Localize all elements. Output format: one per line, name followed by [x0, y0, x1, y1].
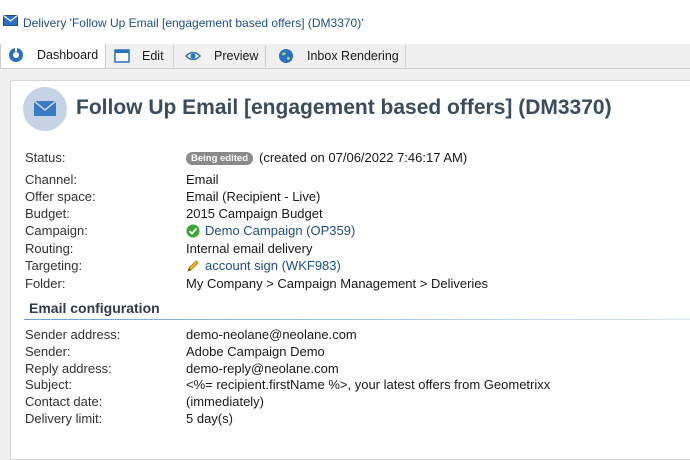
window-titlebar: Delivery 'Follow Up Email [engagement ba…: [0, 0, 690, 45]
sender-value: Adobe Campaign Demo: [186, 344, 325, 359]
section-divider: [24, 319, 690, 320]
sender-address-value: demo-neolane@neolane.com: [186, 327, 357, 342]
check-circle-icon: [186, 224, 200, 238]
globe-icon: [279, 49, 293, 63]
channel-label: Channel:: [25, 172, 78, 187]
tab-bar: Dashboard Edit Preview Inbox Rendering: [0, 44, 690, 69]
contact-date-label: Contact date:: [25, 394, 103, 409]
eye-icon: [185, 51, 201, 61]
subject-label: Subject:: [25, 377, 72, 392]
status-created-text: (created on 07/06/2022 7:46:17 AM): [259, 150, 468, 165]
tab-label: Dashboard: [37, 48, 99, 62]
targeting-link[interactable]: account sign (WKF983): [205, 258, 341, 273]
dashboard-panel: [10, 80, 690, 460]
routing-label: Routing:: [25, 241, 74, 256]
tab-label: Preview: [214, 49, 259, 63]
folder-label: Folder:: [25, 276, 66, 291]
sender-label: Sender:: [25, 344, 71, 359]
campaign-link-container[interactable]: Demo Campaign (OP359): [186, 223, 355, 238]
tab-dashboard[interactable]: Dashboard: [0, 44, 106, 68]
campaign-label: Campaign:: [25, 223, 88, 238]
channel-value: Email: [186, 172, 219, 187]
email-config-heading: Email configuration: [29, 300, 160, 316]
page-title: Follow Up Email [engagement based offers…: [76, 96, 612, 119]
window-title: Delivery 'Follow Up Email [engagement ba…: [23, 16, 364, 30]
targeting-link-container[interactable]: account sign (WKF983): [186, 258, 341, 273]
edit-window-icon: [114, 49, 130, 63]
pencil-icon: [187, 260, 199, 272]
status-badge: Being edited: [186, 152, 254, 165]
envelope-icon: [3, 15, 18, 26]
sender-address-label: Sender address:: [25, 327, 121, 342]
routing-value: Internal email delivery: [186, 241, 313, 256]
tab-preview[interactable]: Preview: [174, 45, 266, 67]
tab-label: Inbox Rendering: [307, 49, 399, 63]
offer-space-value: Email (Recipient - Live): [186, 189, 321, 204]
targeting-label: Targeting:: [25, 258, 83, 273]
budget-label: Budget:: [25, 206, 70, 221]
folder-value: My Company > Campaign Management > Deliv…: [186, 276, 489, 291]
campaign-link[interactable]: Demo Campaign (OP359): [205, 223, 355, 238]
envelope-icon: [23, 87, 67, 131]
tab-edit[interactable]: Edit: [106, 45, 174, 67]
dashboard-icon: [9, 47, 23, 62]
offer-space-label: Offer space:: [25, 189, 96, 204]
status-value: Being edited (created on 07/06/2022 7:46:…: [186, 150, 467, 165]
reply-address-label: Reply address:: [25, 361, 112, 376]
reply-address-value: demo-reply@neolane.com: [186, 361, 339, 376]
delivery-limit-label: Delivery limit:: [25, 411, 103, 426]
tab-label: Edit: [142, 49, 164, 63]
tab-inbox-rendering[interactable]: Inbox Rendering: [266, 45, 406, 67]
subject-value: <%= recipient.firstName %>, your latest …: [186, 377, 551, 392]
status-label: Status:: [25, 150, 66, 165]
contact-date-value: (immediately): [186, 394, 265, 409]
delivery-limit-value: 5 day(s): [186, 411, 233, 426]
budget-value: 2015 Campaign Budget: [186, 206, 323, 221]
